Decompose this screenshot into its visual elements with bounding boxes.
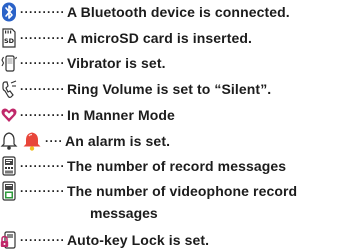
leader-dots: ···· xyxy=(45,134,63,148)
legend-text-continuation: messages xyxy=(90,205,158,221)
legend-text: An alarm is set. xyxy=(64,133,171,149)
legend-text: A Bluetooth device is connected. xyxy=(66,4,290,20)
auto-key-lock-icon xyxy=(0,230,18,250)
legend-row-manner-mode: ·········· In Manner Mode xyxy=(0,104,175,126)
legend-row-microsd: SD ·········· A microSD card is inserted… xyxy=(0,27,252,49)
legend-row-videophone-record: ·········· The number of videophone reco… xyxy=(0,180,297,202)
legend-row-vibrator: ·········· Vibrator is set. xyxy=(0,52,166,74)
legend-text: Vibrator is set. xyxy=(66,55,166,71)
legend-row-record-messages: ·········· The number of record messages xyxy=(0,155,286,177)
legend-text: Ring Volume is set to “Silent”. xyxy=(66,81,272,97)
legend-row-auto-key-lock: ·········· Auto-key Lock is set. xyxy=(0,229,209,251)
ring-volume-silent-icon xyxy=(0,79,18,99)
legend-text: The number of record messages xyxy=(66,158,287,174)
microsd-card-icon: SD xyxy=(0,28,18,48)
leader-dots: ·········· xyxy=(20,56,65,70)
record-messages-icon xyxy=(0,156,18,176)
legend-row-ring-silent: ·········· Ring Volume is set to “Silent… xyxy=(0,78,271,100)
legend-text: A microSD card is inserted. xyxy=(66,30,252,46)
legend-text: In Manner Mode xyxy=(66,107,175,123)
legend-text: Auto-key Lock is set. xyxy=(66,232,210,248)
leader-dots: ·········· xyxy=(20,82,65,96)
manner-mode-icon xyxy=(0,105,18,125)
legend-row-bluetooth: ·········· A Bluetooth device is connect… xyxy=(0,1,290,23)
leader-dots: ·········· xyxy=(20,5,65,19)
leader-dots: ·········· xyxy=(20,233,65,247)
leader-dots: ·········· xyxy=(20,108,65,122)
alarm-color-icon xyxy=(21,131,43,151)
legend-row-alarm: ···· An alarm is set. xyxy=(0,130,170,152)
leader-dots: ·········· xyxy=(20,31,65,45)
icon-legend: ·········· A Bluetooth device is connect… xyxy=(0,0,354,252)
svg-text:SD: SD xyxy=(4,37,15,45)
videophone-record-icon xyxy=(0,181,18,201)
bluetooth-icon xyxy=(0,2,18,22)
leader-dots: ·········· xyxy=(20,184,65,198)
leader-dots: ·········· xyxy=(20,159,65,173)
vibrator-icon xyxy=(0,53,18,73)
alarm-bell-icon xyxy=(0,131,18,151)
legend-text: The number of videophone record xyxy=(66,183,298,199)
